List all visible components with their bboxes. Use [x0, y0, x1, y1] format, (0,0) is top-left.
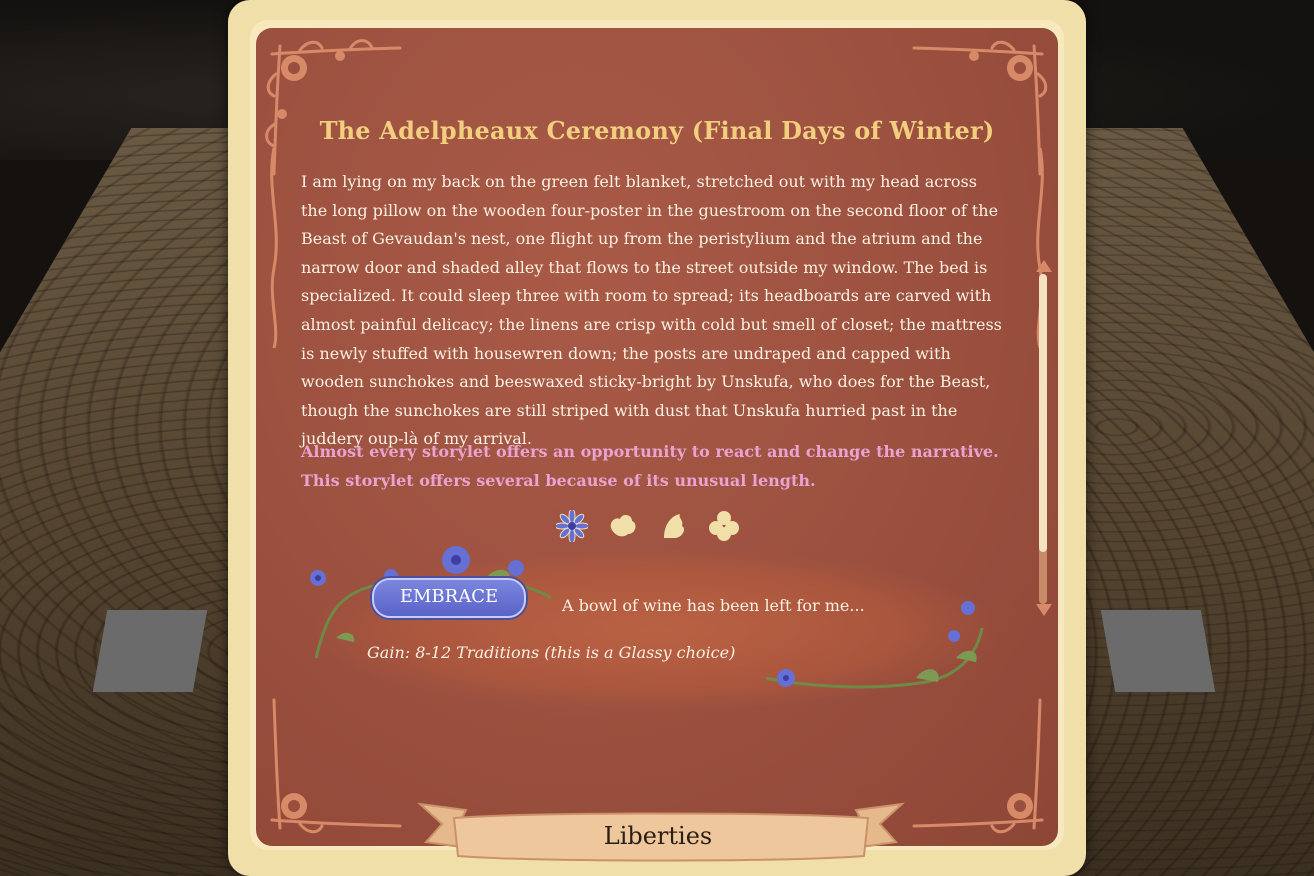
corner-ornament-icon	[270, 698, 402, 834]
cloud-flower-icon[interactable]	[606, 510, 638, 542]
embrace-button[interactable]: EMBRACE	[372, 578, 526, 618]
aspect-selector	[556, 510, 756, 546]
choice-description: A bowl of wine has been left for me...	[562, 596, 865, 615]
round-flower-icon[interactable]	[708, 510, 740, 542]
storylet-panel: The Adelpheaux Ceremony (Final Days of W…	[256, 28, 1058, 846]
storylet-body: I am lying on my back on the green felt …	[301, 172, 1002, 449]
corner-ornament-icon	[912, 698, 1044, 834]
vine-ornament-icon	[270, 148, 278, 348]
location-label[interactable]: Liberties	[452, 822, 864, 850]
scroll-up-arrow-icon[interactable]	[1034, 256, 1054, 276]
storylet-title: The Adelpheaux Ceremony (Final Days of W…	[319, 116, 995, 145]
scrollbar-thumb[interactable]	[1039, 274, 1047, 552]
storylet-card: The Adelpheaux Ceremony (Final Days of W…	[228, 0, 1086, 876]
leaf-icon[interactable]	[658, 510, 690, 542]
storylet-hint: Almost every storylet offers an opportun…	[301, 442, 999, 490]
card-slot-right[interactable]	[1100, 610, 1216, 692]
chicory-flower-icon[interactable]	[556, 510, 588, 542]
card-slot-left[interactable]	[92, 610, 208, 692]
scroll-down-arrow-icon[interactable]	[1034, 600, 1054, 620]
choice-gain: Gain: 8-12 Traditions (this is a Glassy …	[367, 643, 736, 662]
